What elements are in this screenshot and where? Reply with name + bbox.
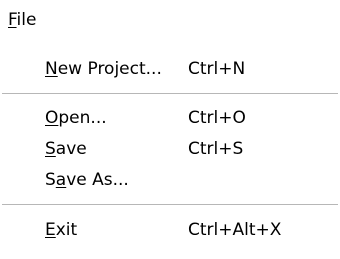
shortcut-label: Ctrl+N xyxy=(188,59,246,79)
menu-item-label: New Project... xyxy=(45,54,162,84)
menu-item-new-project[interactable]: New Project... Ctrl+N xyxy=(0,54,340,84)
menu-item-open[interactable]: Open... Ctrl+O xyxy=(0,103,340,133)
shortcut-label: Ctrl+S xyxy=(188,139,244,159)
label-text: ve As... xyxy=(66,170,129,190)
file-menu-title[interactable]: File xyxy=(2,7,42,33)
menu-item-exit[interactable]: Exit Ctrl+Alt+X xyxy=(0,215,340,245)
mnemonic-letter: N xyxy=(45,59,58,79)
shortcut-label: Ctrl+O xyxy=(188,108,246,128)
menu-item-label: Open... xyxy=(45,103,107,133)
mnemonic-letter: S xyxy=(45,139,56,159)
menu-item-label: Exit xyxy=(45,215,77,245)
menu-item-save-as[interactable]: Save As... xyxy=(0,165,340,195)
file-menu-dropdown: New Project... Ctrl+N Open... Ctrl+O Sav… xyxy=(0,40,340,259)
shortcut-label: Ctrl+Alt+X xyxy=(188,220,282,240)
label-text: pen... xyxy=(58,108,107,128)
label-text: xit xyxy=(55,220,78,240)
menu-separator xyxy=(2,93,338,95)
label-text: ew Project... xyxy=(57,59,162,79)
label-text: ave xyxy=(55,139,87,159)
mnemonic-letter: a xyxy=(55,170,67,190)
menu-item-save[interactable]: Save Ctrl+S xyxy=(0,134,340,164)
label-text-prefix: S xyxy=(45,170,56,190)
menu-item-label: Save As... xyxy=(45,165,129,195)
file-menu-title-text: ile xyxy=(16,10,37,30)
file-menu-mnemonic: F xyxy=(8,10,17,30)
mnemonic-letter: E xyxy=(45,220,56,240)
mnemonic-letter: O xyxy=(45,108,59,128)
menu-item-label: Save xyxy=(45,134,87,164)
menu-separator xyxy=(2,204,338,206)
